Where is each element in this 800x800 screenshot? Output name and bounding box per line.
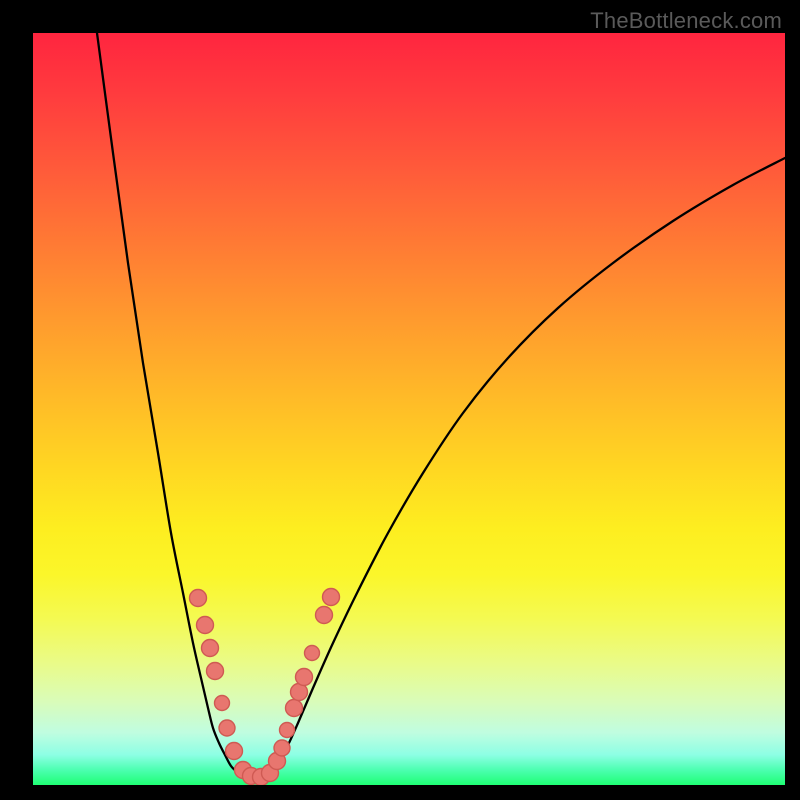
data-marker (286, 700, 303, 717)
data-marker (226, 743, 243, 760)
data-marker (296, 669, 313, 686)
data-markers (190, 589, 340, 786)
curve-layer (33, 33, 785, 785)
plot-area (33, 33, 785, 785)
data-marker (215, 696, 230, 711)
data-marker (323, 589, 340, 606)
watermark-text: TheBottleneck.com (590, 8, 782, 34)
data-marker (316, 607, 333, 624)
data-marker (190, 590, 207, 607)
data-marker (202, 640, 219, 657)
curve-right-branch (271, 158, 785, 773)
chart-frame: TheBottleneck.com (0, 0, 800, 800)
data-marker (207, 663, 224, 680)
data-marker (280, 723, 295, 738)
data-marker (274, 740, 290, 756)
data-marker (305, 646, 320, 661)
data-marker (197, 617, 214, 634)
data-marker (219, 720, 235, 736)
